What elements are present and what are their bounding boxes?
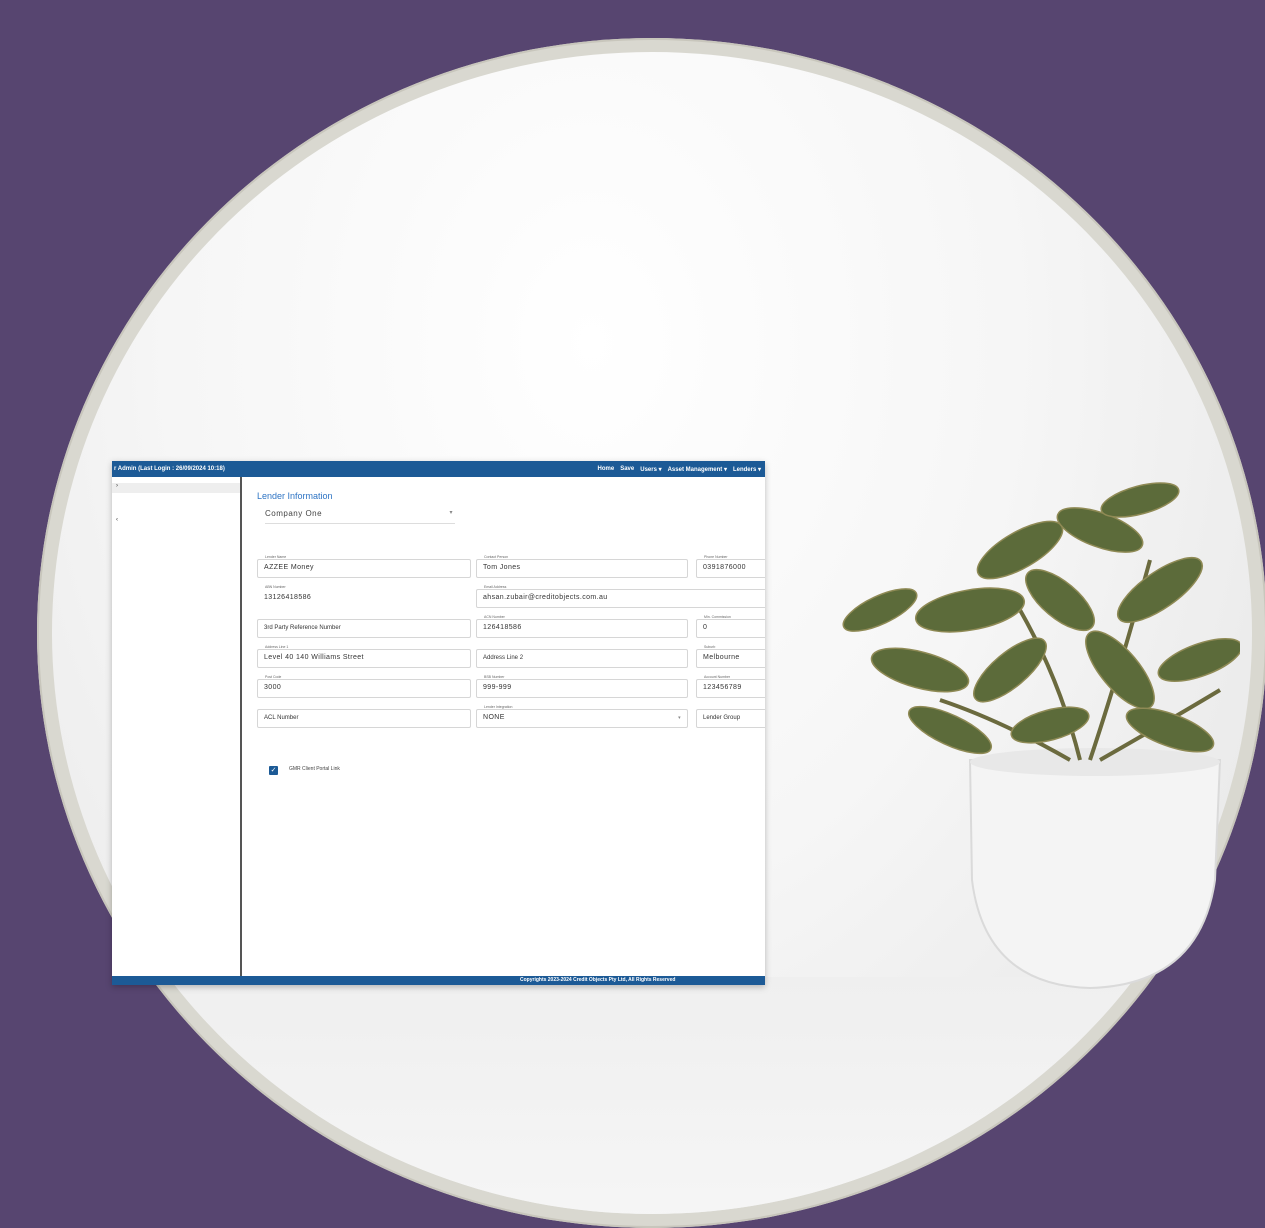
footer-bar: Copyrights 2023-2024 Credit Objects Pty … (112, 976, 765, 985)
sidebar: › ‹ (112, 477, 242, 977)
sidebar-item-selected[interactable] (112, 483, 240, 493)
contact-person-field[interactable]: Contact Person Tom Jones (476, 555, 688, 578)
lender-integration-select[interactable]: Lender Integration NONE ▾ (476, 705, 688, 728)
bsb-number-field[interactable]: BSB Number 999-999 (476, 675, 688, 698)
chevron-down-icon: ▾ (678, 715, 681, 721)
gmr-client-portal-checkbox[interactable]: ✓ (269, 766, 278, 775)
gmr-client-portal-label: GMR Client Portal Link (289, 766, 340, 772)
post-code-field[interactable]: Post Code 3000 (257, 675, 471, 698)
copyright-text: Copyrights 2023-2024 Credit Objects Pty … (520, 977, 676, 983)
min-commission-field[interactable]: Min. Commission 0 (696, 615, 765, 638)
phone-number-field[interactable]: Phone Number 0391876000 (696, 555, 765, 578)
main-nav: Home Save Users ▾ Asset Management ▾ Len… (598, 466, 765, 473)
nav-lenders[interactable]: Lenders ▾ (733, 466, 761, 473)
lender-name-field[interactable]: Lender Name AZZEE Money (257, 555, 471, 578)
company-select-value: Company One (265, 509, 323, 518)
sidebar-expand-icon[interactable]: › (116, 483, 118, 489)
address-line-2-field[interactable]: Address Line 2 (476, 649, 688, 668)
nav-home[interactable]: Home (598, 466, 615, 473)
lender-group-field[interactable]: Lender Group (696, 709, 765, 728)
abn-number-field[interactable]: ABN Number 13126418586 (257, 585, 471, 608)
company-select[interactable]: Company One ▾ (265, 509, 455, 524)
account-number-field[interactable]: Account Number 123456789 (696, 675, 765, 698)
sidebar-collapse-icon[interactable]: ‹ (116, 517, 118, 523)
top-navigation-bar: r Admin (Last Login : 26/09/2024 10:18) … (112, 461, 765, 477)
page-title: Lender Information (257, 491, 333, 501)
potted-plant-image (842, 482, 1240, 990)
shelf-surface (52, 977, 1252, 1214)
nav-asset-management[interactable]: Asset Management ▾ (668, 466, 727, 473)
email-address-field[interactable]: Email Address ahsan.zubair@creditobjects… (476, 585, 765, 608)
chevron-down-icon: ▾ (449, 510, 453, 516)
acl-number-field[interactable]: ACL Number (257, 709, 471, 728)
nav-users[interactable]: Users ▾ (640, 466, 661, 473)
suburb-field[interactable]: Suburb Melbourne (696, 645, 765, 668)
address-line-1-field[interactable]: Address Line 1 Level 40 140 Williams Str… (257, 645, 471, 668)
third-party-reference-field[interactable]: 3rd Party Reference Number (257, 619, 471, 638)
acn-number-field[interactable]: ACN Number 126418586 (476, 615, 688, 638)
app-screenshot-window: r Admin (Last Login : 26/09/2024 10:18) … (112, 461, 765, 985)
nav-save[interactable]: Save (620, 466, 634, 473)
lender-form: Lender Information Company One ▾ Lender … (243, 477, 765, 977)
user-login-info: r Admin (Last Login : 26/09/2024 10:18) (114, 466, 225, 472)
